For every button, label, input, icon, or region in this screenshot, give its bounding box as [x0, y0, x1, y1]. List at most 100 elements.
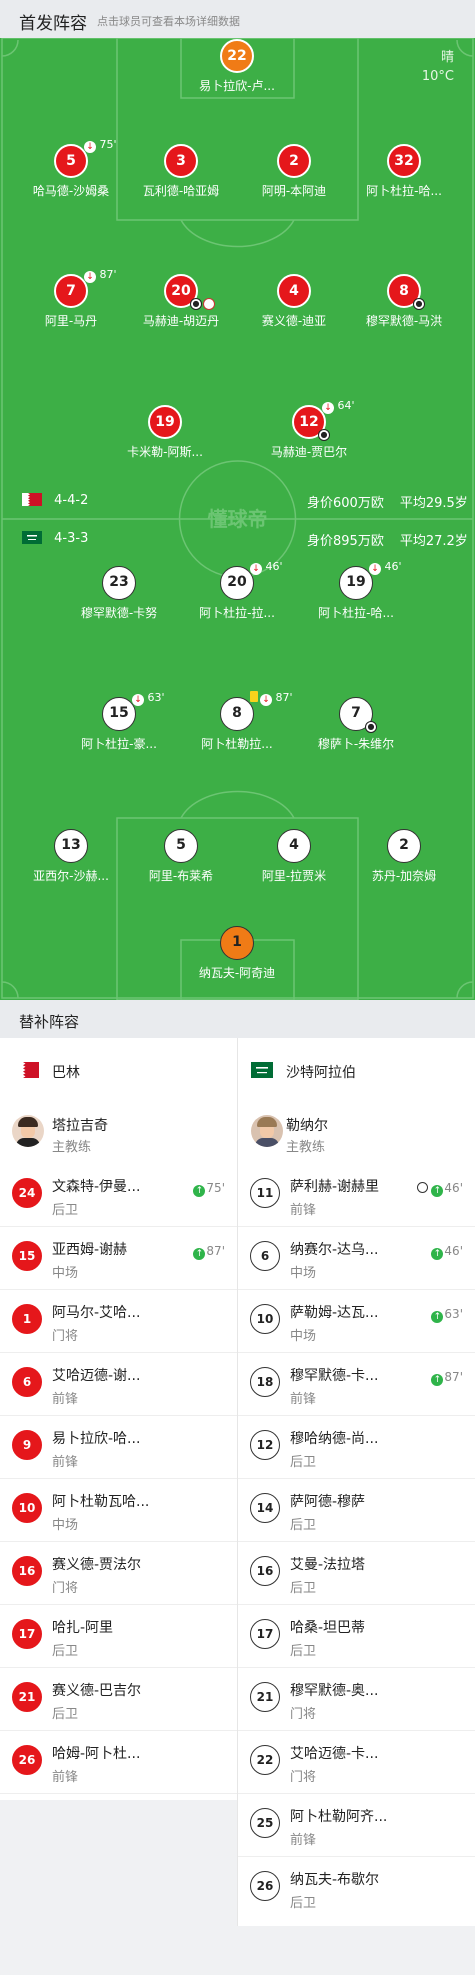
home-sub-10[interactable]: 10 阿卜杜勒瓦哈... 中场 — [0, 1479, 237, 1542]
away-formation: 4-3-3 — [54, 531, 89, 546]
sub-on-icon: ↑ — [431, 1311, 444, 1323]
player-number: 15 — [102, 697, 136, 731]
sub-number: 12 — [250, 1430, 280, 1460]
away-sub-17[interactable]: 17 哈桑-坦巴蒂 后卫 — [238, 1605, 475, 1668]
sub-position: 门将 — [290, 1770, 317, 1785]
away-sub-12[interactable]: 12 穆哈纳德-尚... 后卫 — [238, 1416, 475, 1479]
away-sub-25[interactable]: 25 阿卜杜勒阿齐... 前锋 — [238, 1794, 475, 1857]
sub-on-marker: ↑ 87' — [431, 1370, 463, 1386]
player-number: 13 — [54, 829, 88, 863]
sub-position: 前锋 — [290, 1203, 317, 1218]
sub-number: 25 — [250, 1808, 280, 1838]
away-player-19[interactable]: 19 ↓ 46' 阿卜杜拉-哈... — [281, 560, 431, 626]
sub-number: 10 — [12, 1493, 42, 1523]
sub-position: 后卫 — [52, 1644, 79, 1659]
home-sub-15[interactable]: 15 亚西姆-谢赫 中场 ↑ 87' — [0, 1227, 237, 1290]
player-name: 穆罕默德-马洪 — [365, 314, 443, 328]
sub-name: 穆哈纳德-尚... — [290, 1431, 379, 1447]
sub-on-marker: ↑ 46' — [417, 1181, 463, 1197]
away-sub-22[interactable]: 22 艾哈迈德-卡... 门将 — [238, 1731, 475, 1794]
home-sub-26[interactable]: 26 哈姆-阿卜杜... 前锋 — [0, 1731, 237, 1794]
home-sub-17[interactable]: 17 哈扎-阿里 后卫 — [0, 1605, 237, 1668]
sub-name: 穆罕默德-奥... — [290, 1683, 379, 1699]
goal-icon: ● — [318, 429, 330, 441]
sub-position: 前锋 — [290, 1392, 317, 1407]
sub-name: 赛义德-巴吉尔 — [52, 1683, 142, 1699]
home-sub-24[interactable]: 24 文森特-伊曼... 后卫 ↑ 75' — [0, 1164, 237, 1227]
sub-number: 1 — [12, 1304, 42, 1334]
home-team-formation-row: 4-4-2 — [22, 493, 88, 508]
home-player-19[interactable]: 19 卡米勒-阿斯... — [90, 405, 240, 465]
lineup-title: 首发阵容 — [19, 14, 87, 34]
sub-off-icon: ↓ — [84, 141, 96, 153]
away-sub-6[interactable]: 6 纳赛尔-达乌... 中场 ↑ 46' — [238, 1227, 475, 1290]
player-number: 20 — [220, 566, 254, 600]
sub-name: 阿马尔-艾哈... — [52, 1305, 141, 1321]
sub-number: 16 — [12, 1556, 42, 1586]
home-player-12[interactable]: 12 ↓ 64' ● 马赫迪-贾巴尔 — [234, 399, 384, 465]
home-player-32[interactable]: 32 阿卜杜拉-哈... — [329, 144, 475, 204]
sub-position: 后卫 — [52, 1707, 79, 1722]
sub-position: 后卫 — [290, 1896, 317, 1911]
sub-on-marker: ↑ 87' — [193, 1244, 225, 1260]
sub-number: 14 — [250, 1493, 280, 1523]
sub-number: 17 — [250, 1619, 280, 1649]
away-sub-18[interactable]: 18 穆罕默德-卡... 前锋 ↑ 87' — [238, 1353, 475, 1416]
away-sub-14[interactable]: 14 萨阿德-穆萨 后卫 — [238, 1479, 475, 1542]
home-sub-9[interactable]: 9 易卜拉欣-哈... 前锋 — [0, 1416, 237, 1479]
player-number: 19 — [148, 405, 182, 439]
home-sub-6[interactable]: 6 艾哈迈德-谢... 前锋 — [0, 1353, 237, 1416]
sub-off-marker: ↓ 63' — [132, 691, 165, 706]
away-sub-10[interactable]: 10 萨勒姆-达瓦... 中场 ↑ 63' — [238, 1290, 475, 1353]
player-number: 1 — [220, 926, 254, 960]
away-player-7[interactable]: 7 ● 穆萨卜-朱维尔 — [281, 697, 431, 757]
sub-on-icon: ↑ — [193, 1185, 206, 1197]
goal-icon: ● — [190, 298, 202, 310]
home-formation: 4-4-2 — [54, 493, 89, 508]
pitch: 懂球帝 晴 10°C 22 易卜拉欣-卢... 5 ↓ 75' 哈马德-沙姆桑 … — [0, 38, 475, 1000]
home-coach[interactable]: 塔拉吉奇 主教练 — [0, 1101, 237, 1164]
away-team-formation-row: 4-3-3 — [22, 531, 88, 546]
player-number: 4 — [277, 829, 311, 863]
sub-position: 中场 — [290, 1266, 317, 1281]
home-sub-21[interactable]: 21 赛义德-巴吉尔 后卫 — [0, 1668, 237, 1731]
sub-position: 后卫 — [290, 1581, 317, 1596]
home-sub-1[interactable]: 1 阿马尔-艾哈... 门将 — [0, 1290, 237, 1353]
sub-number: 15 — [12, 1241, 42, 1271]
away-sub-16[interactable]: 16 艾曼-法拉塔 后卫 — [238, 1542, 475, 1605]
sub-number: 18 — [250, 1367, 280, 1397]
sub-position: 前锋 — [52, 1770, 79, 1785]
home-player-22[interactable]: 22 易卜拉欣-卢... — [162, 39, 312, 99]
away-player-2[interactable]: 2 苏丹-加奈姆 — [329, 829, 475, 889]
player-number: 23 — [102, 566, 136, 600]
lineup-hint: 点击球员可查看本场详细数据 — [97, 15, 240, 28]
sub-name: 萨阿德-穆萨 — [290, 1494, 366, 1510]
sub-position: 前锋 — [290, 1833, 317, 1848]
sub-off-icon: ↓ — [84, 271, 96, 283]
home-player-8[interactable]: 8 ● 穆罕默德-马洪 — [329, 274, 475, 334]
home-sub-16[interactable]: 16 赛义德-贾法尔 门将 — [0, 1542, 237, 1605]
away-sub-11[interactable]: 11 萨利赫-谢赫里 前锋 ↑ 46' — [238, 1164, 475, 1227]
player-number: 4 — [277, 274, 311, 308]
weather-info: 晴 10°C — [422, 48, 454, 86]
player-name: 阿卜杜拉-哈... — [318, 606, 394, 620]
sub-position: 前锋 — [52, 1455, 79, 1470]
sub-name: 亚西姆-谢赫 — [52, 1242, 128, 1258]
away-player-1[interactable]: 1 纳瓦夫-阿奇迪 — [162, 926, 312, 986]
sub-name: 艾曼-法拉塔 — [290, 1557, 366, 1573]
player-number: 7 — [54, 274, 88, 308]
watermark-text: 懂球帝 — [208, 507, 268, 531]
bahrain-flag-icon — [22, 493, 42, 506]
player-number: 3 — [164, 144, 198, 178]
lineup-header: 首发阵容 点击球员可查看本场详细数据 — [0, 0, 475, 38]
coach-role: 主教练 — [286, 1140, 326, 1155]
away-sub-21[interactable]: 21 穆罕默德-奥... 门将 — [238, 1668, 475, 1731]
player-number: 22 — [220, 39, 254, 73]
sub-number: 6 — [250, 1241, 280, 1271]
away-coach[interactable]: 勒纳尔 主教练 — [238, 1101, 475, 1164]
home-team-value: 身价600万欧 — [307, 496, 384, 511]
away-sub-26[interactable]: 26 纳瓦夫-布歇尔 后卫 — [238, 1857, 475, 1920]
subs-title: 替补阵容 — [19, 1013, 80, 1031]
sub-position: 门将 — [290, 1707, 317, 1722]
sub-name: 哈扎-阿里 — [52, 1620, 114, 1636]
